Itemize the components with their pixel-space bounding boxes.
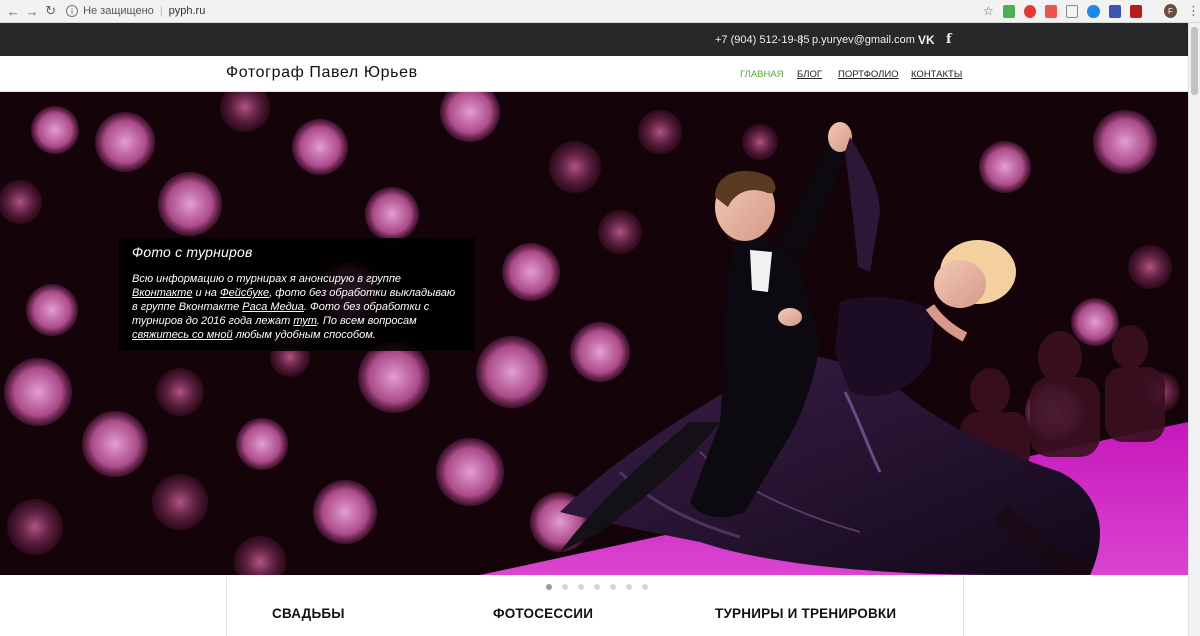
- section-tournaments[interactable]: ТУРНИРЫ И ТРЕНИРОВКИ: [715, 606, 896, 621]
- bookmark-star-icon[interactable]: ☆: [983, 4, 994, 18]
- slider-dot[interactable]: [642, 584, 648, 590]
- nav-item-portfolio[interactable]: ПОРТФОЛИО: [838, 69, 899, 80]
- slide-text-part: любым удобным способом.: [232, 329, 376, 341]
- slider-dot[interactable]: [626, 584, 632, 590]
- nav-item-contacts[interactable]: КОНТАКТЫ: [911, 69, 962, 80]
- email-link[interactable]: p.yuryev@gmail.com: [812, 34, 915, 46]
- slide-text-part: Всю информацию о турнирах я анонсирую в …: [132, 273, 402, 285]
- browser-menu-icon[interactable]: ⋮: [1187, 3, 1200, 19]
- profile-avatar[interactable]: F: [1163, 4, 1177, 18]
- site-header: Фотограф Павел Юрьев ГЛАВНАЯ БЛОГ ПОРТФО…: [0, 56, 1188, 92]
- url-text[interactable]: pyph.ru: [169, 5, 206, 17]
- slider-dot[interactable]: [594, 584, 600, 590]
- phone-number[interactable]: +7 (904) 512-19-85: [715, 34, 809, 46]
- extension-gray-icon[interactable]: [1066, 4, 1079, 18]
- section-weddings[interactable]: СВАДЬБЫ: [272, 606, 345, 621]
- slide-text: Всю информацию о турнирах я анонсирую в …: [132, 272, 462, 342]
- reload-icon[interactable]: ↻: [41, 1, 60, 21]
- site-title[interactable]: Фотограф Павел Юрьев: [226, 64, 418, 82]
- vkontakte-link[interactable]: Вконтакте: [132, 287, 192, 299]
- section-photosessions[interactable]: ФОТОСЕССИИ: [493, 606, 593, 621]
- extension-blue-icon[interactable]: [1087, 4, 1100, 18]
- contact-divider: |: [800, 33, 803, 46]
- address-bar[interactable]: i Не защищено | pyph.ru: [66, 2, 961, 20]
- extension-red-icon[interactable]: [1045, 4, 1058, 18]
- hero-slider[interactable]: Фото с турниров Всю информацию о турнира…: [0, 92, 1188, 575]
- contact-me-link[interactable]: свяжитесь со мной: [132, 329, 233, 341]
- contact-bar: +7 (904) 512-19-85 | p.yuryev@gmail.com …: [0, 23, 1188, 56]
- browser-toolbar: ← → ↻ i Не защищено | pyph.ru ☆ F ⋮: [0, 0, 1200, 23]
- facebook-link[interactable]: Фейсбуке: [220, 287, 269, 299]
- slider-dot[interactable]: [578, 584, 584, 590]
- forward-icon[interactable]: →: [23, 1, 42, 21]
- facebook-icon[interactable]: f: [946, 32, 952, 47]
- slide-caption: Фото с турниров Всю информацию о турнира…: [119, 238, 475, 351]
- slider-dot[interactable]: [546, 584, 552, 590]
- adblock-icon[interactable]: [1023, 4, 1037, 18]
- archive-link[interactable]: тут: [293, 315, 316, 327]
- pdf-extension-icon[interactable]: [1129, 4, 1142, 18]
- rasa-media-link[interactable]: Раса Медиа: [242, 301, 304, 313]
- slider-dot[interactable]: [562, 584, 568, 590]
- omnibox-separator: |: [159, 5, 163, 17]
- extension-green-icon[interactable]: [1002, 4, 1015, 18]
- slide-title: Фото с турниров: [132, 244, 253, 260]
- page-scrollbar[interactable]: [1188, 23, 1200, 636]
- slider-dots: [546, 584, 658, 590]
- slide-text-part: и на: [192, 287, 220, 299]
- nav-item-home[interactable]: ГЛАВНАЯ: [740, 69, 784, 80]
- scrollbar-thumb[interactable]: [1191, 27, 1198, 95]
- slide-text-part: . По всем вопросам: [316, 315, 417, 327]
- back-icon[interactable]: ←: [4, 1, 23, 21]
- slider-dot[interactable]: [610, 584, 616, 590]
- vk-icon[interactable]: VK: [918, 33, 935, 47]
- security-label: Не защищено: [83, 5, 154, 17]
- extension-dark-blue-icon[interactable]: [1108, 4, 1121, 18]
- nav-item-blog[interactable]: БЛОГ: [797, 69, 822, 80]
- info-icon[interactable]: i: [66, 5, 79, 17]
